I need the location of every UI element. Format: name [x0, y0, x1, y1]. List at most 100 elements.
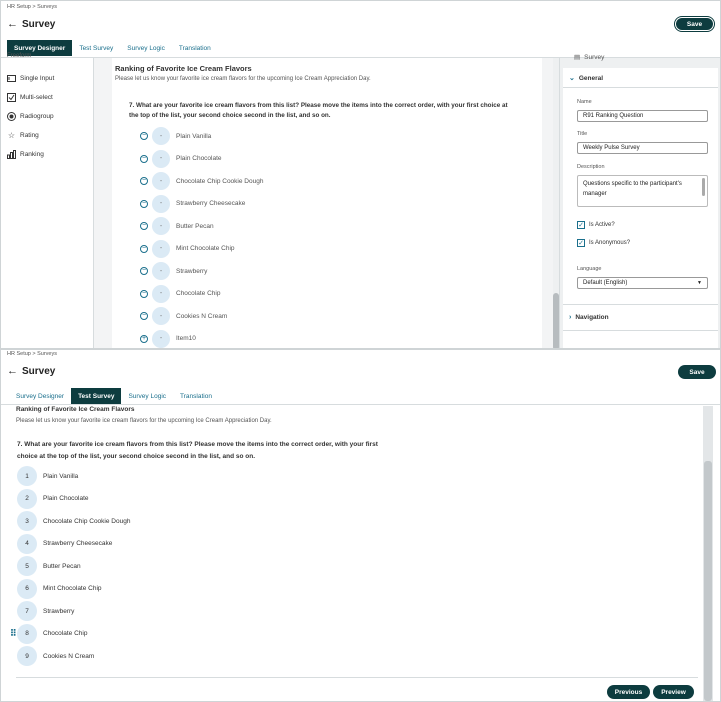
star-icon: ☆ [7, 131, 16, 140]
survey-icon: ▤ [574, 54, 581, 61]
bar-chart-icon [7, 150, 16, 159]
ranking-item[interactable]: 7 Strawberry [17, 601, 74, 621]
description-field[interactable]: Questions specific to the participant's … [577, 175, 708, 207]
tab-test-survey[interactable]: Test Survey [72, 40, 120, 56]
ranking-item-label: Plain Chocolate [43, 495, 89, 502]
toolbox-item-single-input[interactable]: Single Input [7, 74, 54, 83]
ranking-choice-row[interactable]: − - Chocolate Chip Cookie Dough [140, 172, 263, 190]
back-arrow-icon[interactable]: ← [7, 18, 18, 30]
toolbox-item-radiogroup[interactable]: Radiogroup [7, 112, 54, 121]
tab-survey-logic[interactable]: Survey Logic [121, 388, 173, 404]
choice-label[interactable]: Plain Chocolate [176, 155, 222, 162]
ranking-item-label: Strawberry [43, 607, 75, 615]
ranking-choice-row[interactable]: − - Strawberry Cheesecake [140, 194, 245, 213]
question-description: Please let us know your favorite ice cre… [16, 418, 272, 424]
tab-survey-designer[interactable]: Survey Designer [9, 388, 71, 404]
properties-header: ▤ Survey [574, 53, 604, 62]
ranking-choice-row[interactable]: − - Strawberry [140, 262, 207, 280]
add-circle-icon[interactable]: + [140, 334, 148, 343]
ranking-item[interactable]: 5 Butter Pecan [17, 556, 81, 576]
is-anonymous-checkbox[interactable]: ✓ Is Anonymous? [577, 239, 630, 247]
choice-label[interactable]: Strawberry [176, 268, 207, 275]
page-title: Survey [22, 365, 56, 377]
preview-button[interactable]: Preview [653, 685, 694, 699]
chevron-down-icon: ⌄ [569, 75, 575, 82]
ranking-choice-row[interactable]: − - Cookies N Cream [140, 307, 227, 325]
toolbox-item-rating[interactable]: ☆ Rating [7, 131, 39, 140]
tab-survey-logic[interactable]: Survey Logic [120, 40, 172, 56]
tab-translation[interactable]: Translation [173, 388, 219, 404]
rank-number: 2 [17, 488, 37, 509]
back-arrow-icon[interactable]: ← [7, 365, 18, 377]
is-active-checkbox[interactable]: ✓ Is Active? [577, 221, 615, 229]
save-button[interactable]: Save [676, 18, 713, 30]
remove-circle-icon[interactable]: − [140, 177, 148, 185]
save-button[interactable]: Save [678, 365, 716, 379]
choice-label[interactable]: Chocolate Chip [176, 290, 220, 297]
rank-number: 6 [17, 578, 37, 599]
general-section-toggle[interactable]: ⌄ General [569, 74, 603, 83]
language-value: Default (English) [583, 280, 628, 286]
choice-label[interactable]: Mint Chocolate Chip [176, 245, 235, 252]
test-survey-screen: HR Setup > Surveys ← Survey Save Survey … [0, 349, 721, 702]
question-heading: Ranking of Favorite Ice Cream Flavors [16, 406, 135, 413]
choice-label[interactable]: Strawberry Cheesecake [176, 200, 245, 207]
ranking-choice-row[interactable]: − - Chocolate Chip [140, 284, 220, 303]
ranking-choice-row[interactable]: + - Item10 [140, 329, 196, 348]
choice-label[interactable]: Item10 [176, 335, 196, 342]
toolbox-item-label: Rating [20, 132, 39, 139]
ranking-item[interactable]: 8 Chocolate Chip [17, 623, 87, 644]
remove-circle-icon[interactable]: − [140, 199, 148, 208]
choice-label[interactable]: Chocolate Chip Cookie Dough [176, 178, 263, 185]
name-field[interactable]: R91 Ranking Question [577, 110, 708, 122]
properties-body: ⌄ General Name R91 Ranking Question Titl… [563, 68, 718, 348]
choice-label[interactable]: Butter Pecan [176, 223, 214, 230]
title-field[interactable]: Weekly Pulse Survey [577, 142, 708, 154]
ranking-item[interactable]: 2 Plain Chocolate [17, 488, 89, 509]
choice-label[interactable]: Cookies N Cream [176, 313, 227, 320]
remove-circle-icon[interactable]: − [140, 289, 148, 298]
breadcrumb[interactable]: HR Setup > Surveys [7, 4, 57, 10]
ranking-choice-row[interactable]: − - Plain Chocolate [140, 149, 222, 168]
page-header: ← Survey [7, 18, 55, 30]
ranking-item[interactable]: 6 Mint Chocolate Chip [17, 578, 102, 599]
scrollbar-thumb[interactable] [704, 461, 712, 701]
description-label: Description [577, 164, 605, 170]
tab-bar: Survey Designer Test Survey Survey Logic… [7, 40, 218, 56]
textarea-scrollbar[interactable] [702, 178, 705, 196]
previous-button[interactable]: Previous [607, 685, 650, 699]
remove-circle-icon[interactable]: − [140, 312, 148, 320]
tab-test-survey[interactable]: Test Survey [71, 388, 122, 404]
toolbox-item-multi-select[interactable]: Multi-select [7, 93, 53, 102]
ranking-item[interactable]: 4 Strawberry Cheesecake [17, 533, 112, 554]
tab-translation[interactable]: Translation [172, 40, 218, 56]
ranking-item[interactable]: 9 Cookies N Cream [17, 646, 94, 666]
remove-circle-icon[interactable]: − [140, 267, 148, 275]
language-select[interactable]: Default (English) ▼ [577, 277, 708, 289]
header-divider [1, 404, 720, 405]
chevron-right-icon: › [569, 314, 572, 321]
toolbox-item-label: Ranking [20, 151, 44, 158]
remove-circle-icon[interactable]: − [140, 244, 148, 253]
ranking-item[interactable]: 1 Plain Vanilla [17, 466, 78, 486]
remove-circle-icon[interactable]: − [140, 154, 148, 163]
choice-label[interactable]: Plain Vanilla [176, 133, 211, 140]
remove-circle-icon[interactable]: − [140, 132, 148, 140]
toolbox-item-label: Multi-select [20, 94, 53, 101]
breadcrumb[interactable]: HR Setup > Surveys [7, 351, 57, 357]
rank-number: 1 [17, 466, 37, 486]
toolbox-item-ranking[interactable]: Ranking [7, 150, 44, 159]
ranking-item[interactable]: 3 Chocolate Chip Cookie Dough [17, 511, 130, 531]
question-text-line-1: 7. What are your favorite ice cream flav… [17, 441, 378, 448]
rank-placeholder: - [152, 149, 170, 168]
ranking-choice-row[interactable]: − - Mint Chocolate Chip [140, 239, 235, 258]
ranking-choice-row[interactable]: − - Plain Vanilla [140, 127, 211, 145]
ranking-choice-row[interactable]: − - Butter Pecan [140, 217, 214, 235]
question-card[interactable]: Ranking of Favorite Ice Cream Flavors Pl… [112, 58, 542, 348]
section-divider [563, 304, 718, 305]
navigation-section-toggle[interactable]: › Navigation [569, 314, 609, 321]
rank-placeholder: - [152, 284, 170, 303]
drag-handle-icon[interactable]: ⠿ [10, 628, 17, 639]
page-scrollbar[interactable] [703, 406, 713, 701]
remove-circle-icon[interactable]: − [140, 222, 148, 230]
